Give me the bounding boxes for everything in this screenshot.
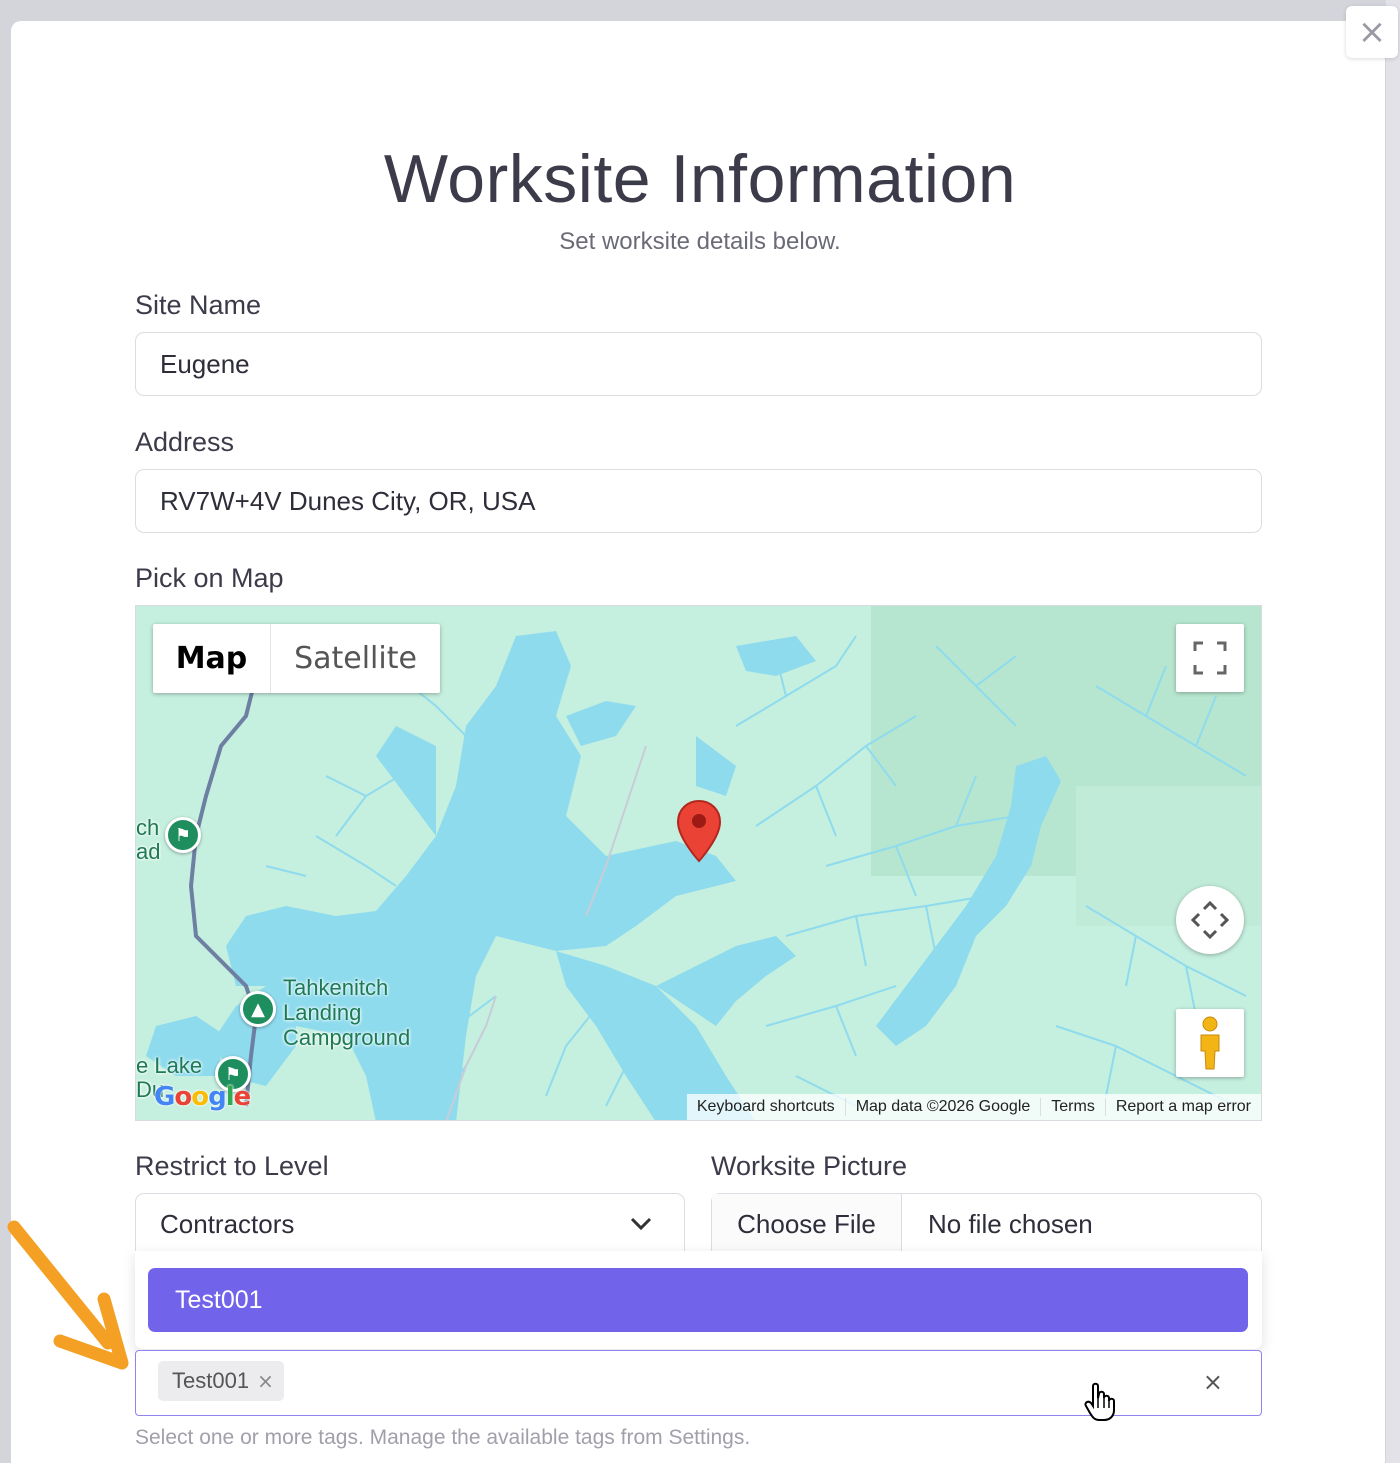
map-place-label: Campground <box>283 1025 411 1050</box>
campground-poi-icon[interactable]: ▲ <box>240 991 276 1027</box>
modal-subtitle: Set worksite details below. <box>559 228 841 255</box>
clear-tags-icon[interactable]: × <box>1203 1368 1223 1396</box>
picture-label: Worksite Picture <box>711 1151 908 1181</box>
tags-dropdown-menu: Test001 <box>135 1251 1262 1349</box>
map-edge-label: e Lake <box>136 1053 203 1078</box>
tag-option-highlighted[interactable]: Test001 <box>148 1268 1248 1332</box>
address-input[interactable]: RV7W+4V Dunes City, OR, USA <box>135 469 1262 533</box>
modal-title: Worksite Information <box>383 141 1017 217</box>
address-label: Address <box>135 427 235 457</box>
map-widget[interactable]: Map Satellite Tahkenitch Landing Campgro… <box>135 605 1262 1121</box>
camera-control-button[interactable] <box>1176 886 1244 954</box>
annotation-arrow-icon <box>7 1220 129 1370</box>
fullscreen-button[interactable] <box>1176 624 1244 692</box>
choose-file-button[interactable]: Choose File <box>712 1194 902 1254</box>
remove-tag-icon[interactable]: × <box>257 1369 274 1393</box>
level-select-value: Contractors <box>160 1208 295 1239</box>
fullscreen-icon <box>1193 641 1227 675</box>
map-type-control: Map Satellite <box>153 624 440 693</box>
map-attribution: Keyboard shortcuts Map data ©2026 Google… <box>686 1094 1261 1120</box>
chevron-down-icon <box>630 1217 652 1231</box>
street-view-pegman-button[interactable] <box>1176 1009 1244 1077</box>
site-name-input[interactable]: Eugene <box>135 332 1262 396</box>
map-data-text: Map data ©2026 Google <box>844 1098 1041 1116</box>
background-page-edge <box>1386 0 1400 1463</box>
level-label: Restrict to Level <box>135 1151 329 1181</box>
map-place-label: Landing <box>283 1000 362 1025</box>
close-modal-button[interactable]: × <box>1346 6 1398 58</box>
tag-chip-label: Test001 <box>172 1368 250 1393</box>
selected-tag-chip: Test001 × <box>158 1361 284 1401</box>
map-edge-label: ch <box>136 815 160 840</box>
file-status-text: No file chosen <box>928 1208 1093 1239</box>
hiking-poi-icon[interactable]: ⚑ <box>165 817 201 853</box>
keyboard-shortcuts-link[interactable]: Keyboard shortcuts <box>687 1098 845 1116</box>
level-select[interactable]: Contractors <box>135 1193 685 1255</box>
location-pin-icon[interactable] <box>676 799 722 863</box>
tags-help-text: Select one or more tags. Manage the avai… <box>135 1426 751 1449</box>
picture-file-input: Choose File No file chosen <box>711 1193 1262 1255</box>
close-icon: × <box>1357 12 1387 52</box>
terms-link[interactable]: Terms <box>1040 1098 1105 1116</box>
map-place-label: Tahkenitch <box>283 975 389 1000</box>
pan-arrows-icon <box>1190 900 1230 940</box>
site-name-label: Site Name <box>135 290 262 320</box>
map-edge-label: ad <box>136 839 161 864</box>
hand-pointer-cursor-icon <box>1084 1382 1115 1421</box>
map-label: Pick on Map <box>135 563 284 593</box>
pegman-icon <box>1200 1016 1220 1070</box>
map-type-satellite-button[interactable]: Satellite <box>271 624 440 693</box>
report-map-error-link[interactable]: Report a map error <box>1104 1098 1261 1116</box>
map-type-map-button[interactable]: Map <box>153 624 271 693</box>
google-logo: Google <box>154 1082 251 1112</box>
